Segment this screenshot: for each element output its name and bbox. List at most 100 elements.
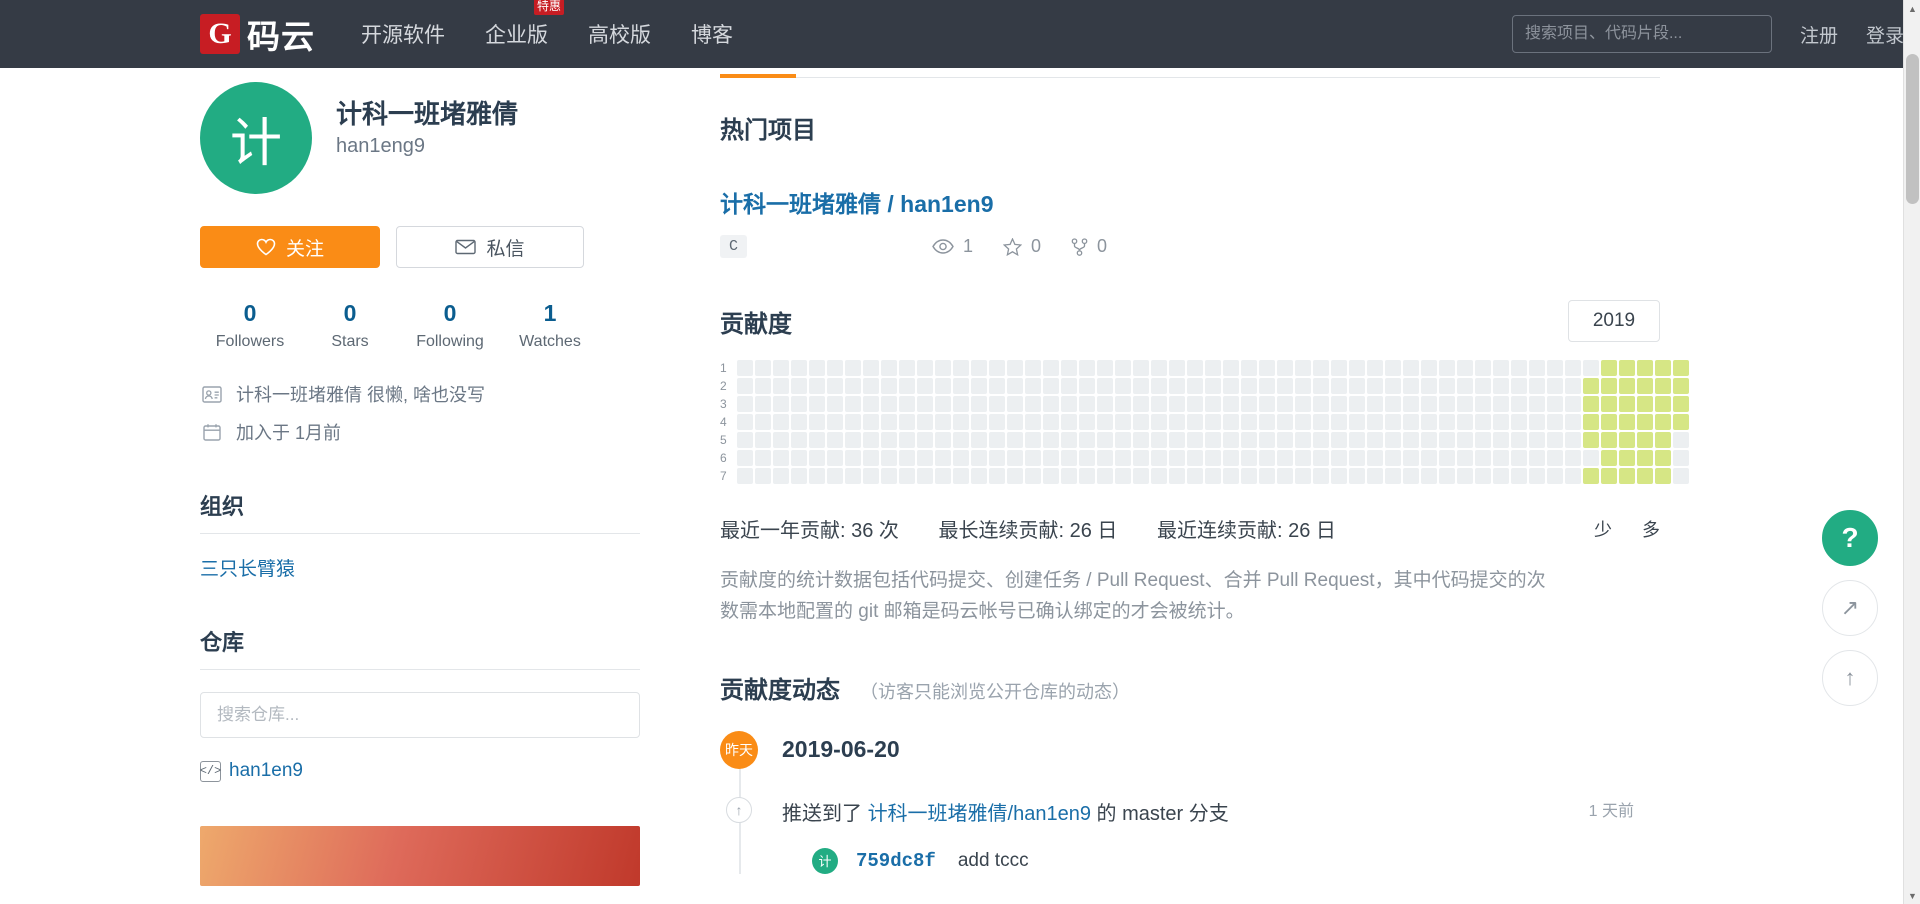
- heatmap-cell[interactable]: [1474, 432, 1491, 448]
- heatmap-cell[interactable]: [916, 396, 933, 412]
- heatmap-cell[interactable]: [1258, 432, 1275, 448]
- heatmap-cell[interactable]: [808, 396, 825, 412]
- heatmap-cell[interactable]: [772, 360, 789, 376]
- heatmap-cell[interactable]: [736, 396, 753, 412]
- heatmap-cell[interactable]: [970, 378, 987, 394]
- heatmap-cell[interactable]: [1546, 396, 1563, 412]
- heatmap-cell[interactable]: [1672, 378, 1689, 394]
- heatmap-cell[interactable]: [1474, 468, 1491, 484]
- heatmap-cell[interactable]: [1654, 378, 1671, 394]
- heatmap-cell[interactable]: [934, 396, 951, 412]
- heatmap-cell[interactable]: [1060, 450, 1077, 466]
- heatmap-cell[interactable]: [898, 414, 915, 430]
- heatmap-cell[interactable]: [880, 432, 897, 448]
- heatmap-cell[interactable]: [736, 414, 753, 430]
- heatmap-cell[interactable]: [1420, 414, 1437, 430]
- heatmap-cell[interactable]: [1312, 360, 1329, 376]
- heatmap-cell[interactable]: [1348, 396, 1365, 412]
- heatmap-cell[interactable]: [988, 450, 1005, 466]
- repo-search-input[interactable]: [200, 692, 640, 738]
- heatmap-cell[interactable]: [1384, 468, 1401, 484]
- heatmap-cell[interactable]: [934, 432, 951, 448]
- heatmap-cell[interactable]: [1240, 432, 1257, 448]
- heatmap-cell[interactable]: [1384, 360, 1401, 376]
- heatmap-cell[interactable]: [1366, 396, 1383, 412]
- heatmap-cell[interactable]: [1348, 468, 1365, 484]
- heatmap-cell[interactable]: [1078, 414, 1095, 430]
- heatmap-cell[interactable]: [988, 432, 1005, 448]
- heatmap-cell[interactable]: [1654, 360, 1671, 376]
- heatmap-cell[interactable]: [1294, 432, 1311, 448]
- heatmap-cell[interactable]: [1330, 450, 1347, 466]
- heatmap-cell[interactable]: [1384, 432, 1401, 448]
- heatmap-cell[interactable]: [1600, 450, 1617, 466]
- heatmap-cell[interactable]: [1402, 396, 1419, 412]
- heatmap-cell[interactable]: [1528, 360, 1545, 376]
- heatmap-cell[interactable]: [1420, 450, 1437, 466]
- heatmap-cell[interactable]: [1006, 432, 1023, 448]
- heatmap-cell[interactable]: [1654, 468, 1671, 484]
- heatmap-cell[interactable]: [1096, 378, 1113, 394]
- heatmap-cell[interactable]: [916, 468, 933, 484]
- year-selector[interactable]: 2019: [1568, 300, 1660, 342]
- heatmap-cell[interactable]: [1582, 414, 1599, 430]
- heatmap-cell[interactable]: [1240, 378, 1257, 394]
- heatmap-cell[interactable]: [1402, 432, 1419, 448]
- heatmap-cell[interactable]: [970, 450, 987, 466]
- heatmap-cell[interactable]: [1168, 414, 1185, 430]
- heatmap-cell[interactable]: [1546, 450, 1563, 466]
- heatmap-cell[interactable]: [880, 450, 897, 466]
- site-logo[interactable]: G 码云: [200, 10, 315, 58]
- heatmap-cell[interactable]: [1096, 468, 1113, 484]
- heatmap-cell[interactable]: [1546, 432, 1563, 448]
- heatmap-cell[interactable]: [1222, 396, 1239, 412]
- heatmap-cell[interactable]: [1366, 468, 1383, 484]
- heatmap-cell[interactable]: [1114, 396, 1131, 412]
- heatmap-cell[interactable]: [1420, 360, 1437, 376]
- heatmap-cell[interactable]: [1456, 450, 1473, 466]
- heatmap-cell[interactable]: [790, 360, 807, 376]
- heatmap-cell[interactable]: [844, 432, 861, 448]
- heatmap-cell[interactable]: [1258, 378, 1275, 394]
- heatmap-cell[interactable]: [1078, 360, 1095, 376]
- heatmap-cell[interactable]: [1204, 360, 1221, 376]
- heatmap-cell[interactable]: [1636, 468, 1653, 484]
- heatmap-cell[interactable]: [1060, 378, 1077, 394]
- heatmap-cell[interactable]: [1096, 396, 1113, 412]
- heatmap-cell[interactable]: [1258, 450, 1275, 466]
- heatmap-cell[interactable]: [808, 360, 825, 376]
- heatmap-cell[interactable]: [772, 450, 789, 466]
- heatmap-cell[interactable]: [1186, 378, 1203, 394]
- heatmap-cell[interactable]: [1636, 432, 1653, 448]
- heatmap-cell[interactable]: [1024, 378, 1041, 394]
- heatmap-cell[interactable]: [844, 468, 861, 484]
- heatmap-cell[interactable]: [1204, 432, 1221, 448]
- heatmap-cell[interactable]: [1636, 378, 1653, 394]
- heatmap-cell[interactable]: [1258, 414, 1275, 430]
- heatmap-cell[interactable]: [1042, 396, 1059, 412]
- heatmap-cell[interactable]: [1510, 378, 1527, 394]
- heatmap-cell[interactable]: [1096, 432, 1113, 448]
- heatmap-cell[interactable]: [1294, 396, 1311, 412]
- heatmap-cell[interactable]: [1384, 396, 1401, 412]
- heatmap-cell[interactable]: [1384, 450, 1401, 466]
- heatmap-cell[interactable]: [1060, 414, 1077, 430]
- heatmap-cell[interactable]: [826, 468, 843, 484]
- heatmap-cell[interactable]: [934, 414, 951, 430]
- heatmap-cell[interactable]: [1564, 450, 1581, 466]
- heatmap-cell[interactable]: [1330, 360, 1347, 376]
- heatmap-cell[interactable]: [844, 414, 861, 430]
- heatmap-cell[interactable]: [1528, 396, 1545, 412]
- heatmap-cell[interactable]: [754, 450, 771, 466]
- stat-stars[interactable]: 0 Stars: [300, 300, 400, 351]
- heatmap-cell[interactable]: [898, 468, 915, 484]
- heatmap-cell[interactable]: [1168, 396, 1185, 412]
- heatmap-cell[interactable]: [862, 450, 879, 466]
- heatmap-cell[interactable]: [1006, 396, 1023, 412]
- heatmap-cell[interactable]: [1636, 360, 1653, 376]
- heatmap-cell[interactable]: [1348, 414, 1365, 430]
- heatmap-cell[interactable]: [952, 468, 969, 484]
- promo-banner[interactable]: [200, 826, 640, 886]
- sidebar-repo-item[interactable]: </> han1en9: [200, 760, 640, 782]
- heatmap-cell[interactable]: [1582, 396, 1599, 412]
